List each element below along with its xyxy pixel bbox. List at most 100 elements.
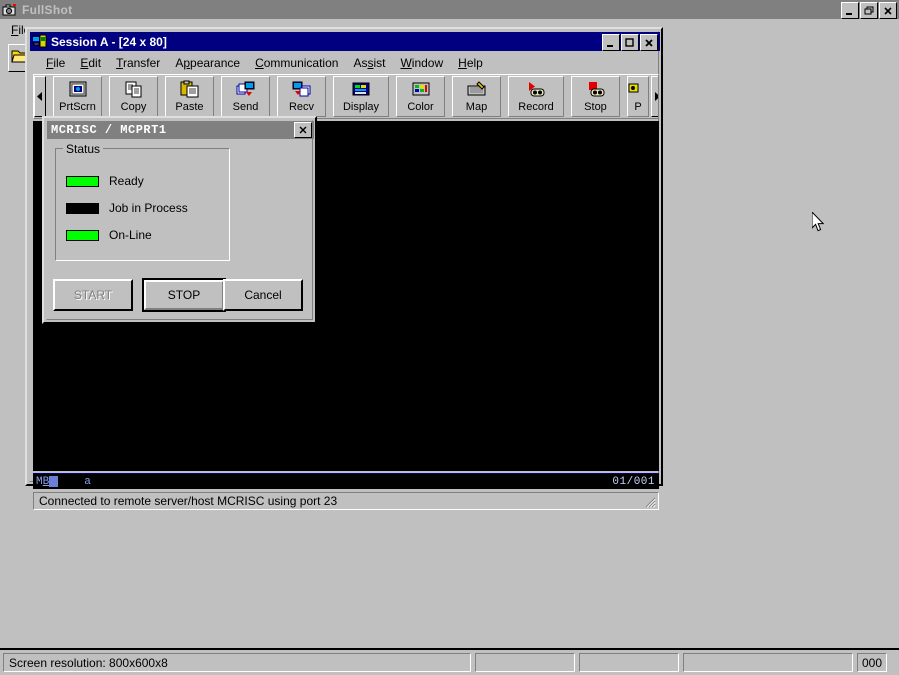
menu-help[interactable]: Help [451, 54, 491, 72]
toolbar-label: Record [518, 101, 554, 113]
oia-cursor-block [49, 476, 59, 487]
color-palette-icon [410, 80, 432, 100]
print-screen-icon [67, 80, 89, 100]
receive-file-icon [291, 80, 313, 100]
toolbar-button-copy[interactable]: Copy [109, 76, 158, 117]
dialog-titlebar[interactable]: MCRISC / MCPRT1 [47, 121, 314, 139]
stop-button-inner: STOP [144, 280, 224, 310]
screen: FullShot File [0, 0, 899, 675]
cancel-button[interactable]: Cancel [223, 279, 303, 311]
menu-edit[interactable]: Edit [73, 54, 109, 72]
statusbar-pane-4 [683, 653, 853, 672]
oia-secondary-indicator: B [42, 475, 50, 488]
toolbar-label: Copy [120, 101, 147, 113]
toolbar-label: Color [407, 101, 434, 113]
minimize-button[interactable] [602, 34, 620, 51]
toolbar-label: Paste [175, 101, 204, 113]
send-file-icon [235, 80, 257, 100]
toolbar-button-send[interactable]: Send [221, 76, 270, 117]
toolbar-scroll-left-button[interactable] [34, 76, 46, 117]
statusbar-counter-text: 000 [861, 655, 883, 670]
toolbar-button-recv[interactable]: Recv [277, 76, 326, 117]
toolbar-button-prtscrn[interactable]: PrtScrn [53, 76, 102, 117]
toolbar-button-play[interactable]: P [627, 76, 649, 117]
statusbar-pane-resolution: Screen resolution: 800x600x8 [3, 653, 471, 672]
play-macro-icon [628, 80, 648, 100]
oia-input-indicator: a [84, 475, 91, 488]
session-title: Session A - [24 x 80] [51, 34, 167, 49]
start-button-label: START [73, 288, 113, 302]
status-row-job-in-process: Job in Process [66, 201, 188, 215]
close-button[interactable] [879, 2, 897, 19]
statusbar-resolution-text: Screen resolution: 800x600x8 [9, 655, 168, 670]
oia-cursor-position: 01/001 [612, 475, 655, 488]
toolbar-label: Stop [584, 101, 607, 113]
fullshot-window-buttons [840, 2, 897, 19]
minimize-button[interactable] [841, 2, 859, 19]
led-job-in-process [66, 202, 99, 214]
maximize-button[interactable] [621, 34, 639, 51]
terminal-session-icon [31, 34, 48, 49]
oia-mode-indicator: M [36, 475, 43, 488]
session-window-buttons [601, 34, 658, 51]
led-on-line [66, 229, 99, 241]
statusbar-pane-counter: 000 [857, 653, 887, 672]
toolbar-button-display[interactable]: Display [333, 76, 389, 117]
stop-macro-icon [585, 80, 607, 100]
menu-transfer[interactable]: Transfer [109, 54, 168, 72]
toolbar-button-color[interactable]: Color [396, 76, 445, 117]
camera-icon [2, 3, 18, 17]
toolbar-label: PrtScrn [59, 101, 96, 113]
toolbar-label: Recv [288, 101, 315, 113]
statusbar-pane-3 [579, 653, 679, 672]
toolbar-button-map[interactable]: Map [452, 76, 501, 117]
dialog-title: MCRISC / MCPRT1 [51, 123, 167, 137]
toolbar-label: Map [465, 101, 488, 113]
toolbar-button-record[interactable]: Record [508, 76, 564, 117]
oia-left-indicators: MBa [33, 476, 91, 488]
stop-button-label: STOP [167, 288, 201, 302]
record-macro-icon [525, 80, 547, 100]
toolbar-label: Send [232, 101, 259, 113]
menu-file[interactable]: File [39, 54, 73, 72]
toolbar-scroll-right-button[interactable] [651, 76, 658, 117]
toolbar-label: P [634, 101, 642, 113]
printer-status-dialog: MCRISC / MCPRT1 Status Ready Job in Proc… [42, 116, 317, 324]
toolbar-button-paste[interactable]: Paste [165, 76, 214, 117]
app-statusbar: Screen resolution: 800x600x8 000 [0, 648, 899, 675]
session-titlebar[interactable]: Session A - [24 x 80] [30, 32, 660, 51]
menu-assist[interactable]: Assist [346, 54, 393, 72]
start-button[interactable]: START [53, 279, 133, 311]
keyboard-map-icon [466, 80, 488, 100]
status-row-on-line: On-Line [66, 228, 152, 242]
session-toolbar: PrtScrn Copy Paste Send Recv Display Col… [33, 74, 659, 119]
status-group-label: Status [63, 142, 104, 156]
menu-communication[interactable]: Communication [248, 54, 346, 72]
close-button[interactable] [640, 34, 658, 51]
menu-window[interactable]: Window [393, 54, 451, 72]
menu-appearance[interactable]: Appearance [168, 54, 248, 72]
status-row-ready: Ready [66, 174, 144, 188]
toolbar-button-stop[interactable]: Stop [571, 76, 620, 117]
fullshot-title: FullShot [22, 2, 73, 17]
status-label: Job in Process [109, 201, 188, 215]
toolbar-label: Display [342, 101, 380, 113]
fullshot-titlebar[interactable]: FullShot [0, 0, 899, 19]
cancel-button-label: Cancel [244, 288, 282, 302]
status-label: On-Line [109, 228, 152, 242]
display-settings-icon [350, 80, 372, 100]
session-status-text: Connected to remote server/host MCRISC u… [39, 494, 338, 508]
restore-button[interactable] [860, 2, 878, 19]
led-ready [66, 175, 99, 187]
resize-grip[interactable] [643, 495, 656, 508]
stop-button[interactable]: STOP [142, 278, 226, 312]
paste-icon [179, 80, 201, 100]
close-icon[interactable] [294, 122, 312, 138]
session-menubar: File Edit Transfer Appearance Communicat… [31, 53, 659, 73]
operator-information-area: MBa 01/001 [33, 473, 659, 489]
copy-icon [123, 80, 145, 100]
statusbar-pane-2 [475, 653, 575, 672]
status-label: Ready [109, 174, 144, 188]
session-statusbar: Connected to remote server/host MCRISC u… [33, 492, 659, 510]
mouse-cursor [811, 210, 825, 233]
